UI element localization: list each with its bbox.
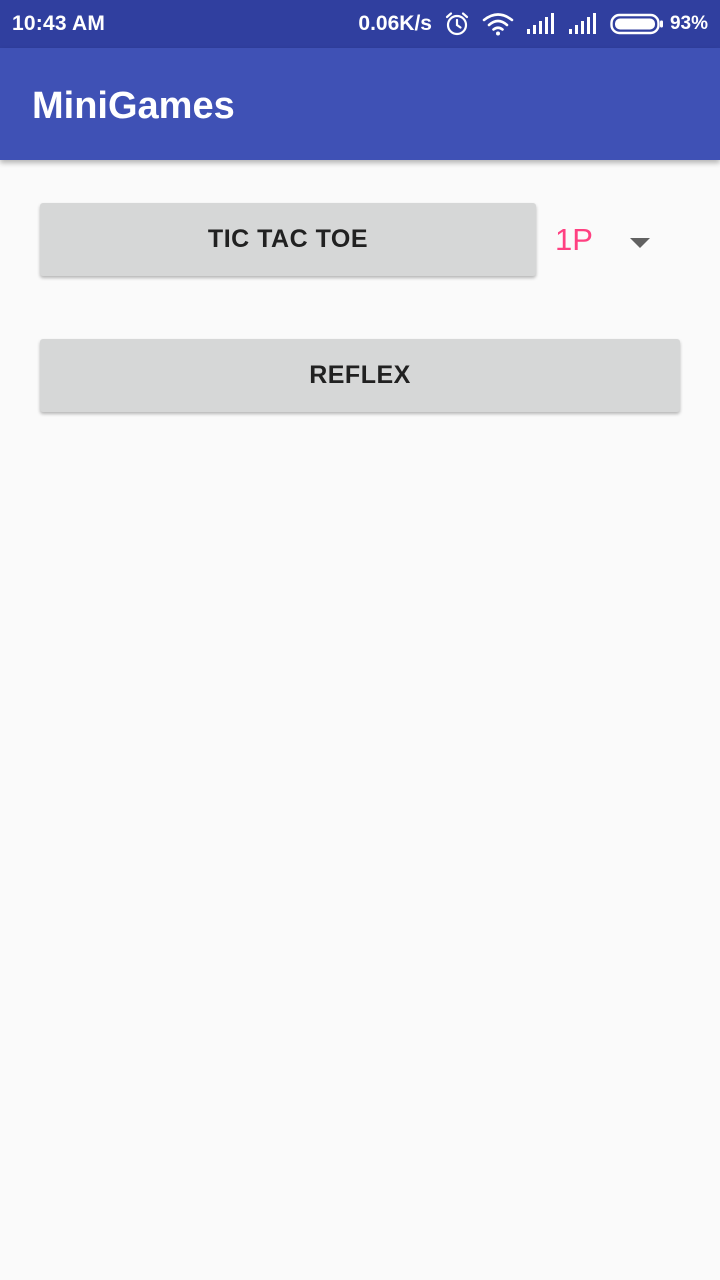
players-spinner[interactable]: 1P	[548, 208, 680, 272]
dropdown-arrow-icon	[630, 235, 650, 253]
main-content: TIC TAC TOE 1P REFLEX	[0, 160, 720, 1280]
status-bar: 10:43 AM 0.06K/s 93%	[0, 0, 720, 48]
status-time: 10:43 AM	[12, 12, 106, 35]
alarm-icon	[444, 11, 470, 37]
network-speed: 0.06K/s	[358, 12, 432, 35]
status-indicators: 0.06K/s 93%	[358, 11, 708, 37]
battery-icon	[610, 13, 664, 35]
players-spinner-value: 1P	[555, 222, 593, 257]
reflex-button[interactable]: REFLEX	[40, 339, 680, 412]
wifi-icon	[482, 12, 514, 36]
battery-percentage: 93%	[669, 13, 708, 34]
tic-tac-toe-button[interactable]: TIC TAC TOE	[40, 203, 536, 276]
signal-icon	[568, 13, 598, 35]
app-title: MiniGames	[32, 85, 235, 127]
signal-icon	[526, 13, 556, 35]
app-bar: MiniGames	[0, 48, 720, 160]
